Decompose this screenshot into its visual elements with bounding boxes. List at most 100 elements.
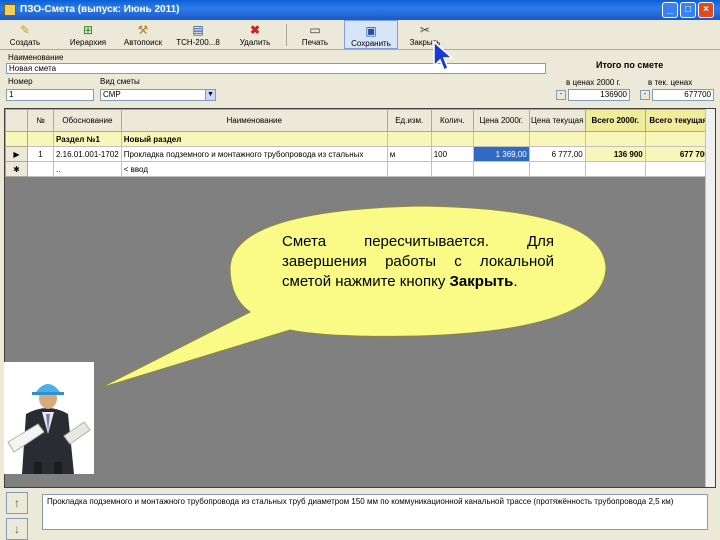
column-header-unit[interactable]: Ед.изм.: [386, 109, 432, 132]
row-total2000: 136 900: [584, 146, 646, 162]
row-price-current[interactable]: 6 777,00: [528, 146, 586, 162]
row-indicator: [5, 131, 28, 147]
section-name: Новый раздел: [120, 131, 388, 147]
maximize-button[interactable]: □: [680, 2, 696, 18]
engineer-figure: [4, 362, 94, 474]
column-header-total-current[interactable]: Всего текущая: [644, 109, 712, 132]
print-button[interactable]: ▭ Печать: [292, 20, 338, 49]
chevron-down-icon[interactable]: ▼: [205, 90, 215, 100]
estimate-grid[interactable]: № Обоснование Наименование Ед.изм. Колич…: [4, 108, 716, 488]
row-qty[interactable]: 100: [430, 146, 474, 162]
row-name[interactable]: < ввод: [120, 161, 388, 177]
section-cell: [27, 131, 54, 147]
app-icon: [4, 4, 16, 16]
new-row-icon: ✱: [5, 161, 28, 177]
type-label: Вид сметы: [100, 77, 140, 86]
row-unit[interactable]: м: [386, 146, 432, 162]
estimate-type-select[interactable]: СМР ▼: [100, 89, 216, 101]
section-row[interactable]: Раздел №1 Новый раздел: [5, 131, 712, 147]
mouse-cursor-icon: [433, 40, 454, 72]
row-code[interactable]: 2.16.01.001-1702: [53, 146, 122, 162]
base-total-field: 136900: [568, 89, 630, 101]
move-up-button[interactable]: ↑: [6, 492, 28, 514]
column-header-price-current[interactable]: Цена текущая: [528, 109, 586, 132]
estimate-table: № Обоснование Наименование Ед.изм. Колич…: [5, 109, 712, 177]
print-label: Печать: [301, 38, 329, 47]
tsn-button[interactable]: ▤ ТСН-200...8: [170, 20, 226, 49]
hierarchy-icon: ⊞: [82, 23, 94, 37]
delete-button[interactable]: ✖ Удалить: [232, 20, 278, 49]
row-price2000[interactable]: 1 369,00: [472, 146, 530, 162]
column-header-qty[interactable]: Колич.: [430, 109, 474, 132]
autosearch-label: Автопоиск: [123, 38, 163, 47]
arrow-up-icon: ↑: [14, 496, 20, 510]
delete-label: Удалить: [239, 38, 271, 47]
toolbar: ✎ Создать ⊞ Иерархия ⚒ Автопоиск ▤ ТСН-2…: [0, 20, 720, 50]
hierarchy-button[interactable]: ⊞ Иерархия: [62, 20, 114, 49]
row-price2000[interactable]: [472, 161, 530, 177]
save-icon: ▣: [365, 24, 377, 38]
minimize-button[interactable]: _: [662, 2, 678, 18]
balloon-bold-text: Закрыть: [449, 273, 514, 290]
current-total-toggle[interactable]: -: [640, 90, 650, 100]
estimate-number-field[interactable]: 1: [6, 89, 94, 101]
create-label: Создать: [9, 38, 41, 47]
row-unit[interactable]: [386, 161, 432, 177]
row-pointer-icon: ▶: [5, 146, 28, 162]
delete-icon: ✖: [249, 23, 261, 37]
new-doc-icon: ✎: [19, 23, 31, 37]
row-code[interactable]: ..: [53, 161, 122, 177]
autosearch-button[interactable]: ⚒ Автопоиск: [118, 20, 168, 49]
row-price-current[interactable]: [528, 161, 586, 177]
create-button[interactable]: ✎ Создать: [2, 20, 48, 49]
close-icon: ✂: [419, 23, 431, 37]
column-header-basis[interactable]: Обоснование: [53, 109, 122, 132]
totals-label: Итого по смете: [596, 60, 664, 70]
row-number: 1: [27, 146, 54, 162]
table-row[interactable]: ▶ 1 2.16.01.001-1702 Прокладка подземног…: [5, 146, 712, 162]
base-total-toggle[interactable]: -: [556, 90, 566, 100]
current-total-field: 677700: [652, 89, 714, 101]
move-down-button[interactable]: ↓: [6, 518, 28, 540]
section-cell: [584, 131, 646, 147]
close-window-button[interactable]: ×: [698, 2, 714, 18]
grid-header-row: № Обоснование Наименование Ед.изм. Колич…: [5, 109, 712, 132]
grid-scrollbar[interactable]: [705, 109, 715, 487]
toolbar-separator: [286, 24, 287, 46]
balloon-text: Смета пересчитывается. Для завершения ра…: [282, 232, 554, 292]
section-cell: [644, 131, 712, 147]
section-cell: [472, 131, 530, 147]
row-total2000: [584, 161, 646, 177]
book-icon: ▤: [192, 23, 204, 37]
column-header-number[interactable]: №: [27, 109, 54, 132]
row-qty[interactable]: [430, 161, 474, 177]
item-description-field[interactable]: Прокладка подземного и монтажного трубоп…: [42, 494, 708, 530]
section-cell: [430, 131, 474, 147]
column-header-price2000[interactable]: Цена 2000г.: [472, 109, 530, 132]
column-header-total2000[interactable]: Всего 2000г.: [584, 109, 646, 132]
section-cell: [386, 131, 432, 147]
section-cell: [528, 131, 586, 147]
app-window: ПЗО-Смета (выпуск: Июнь 2011) _ □ × ✎ Со…: [0, 0, 720, 540]
column-header-name[interactable]: Наименование: [120, 109, 388, 132]
table-row[interactable]: ✱ .. < ввод: [5, 161, 712, 177]
number-label: Номер: [8, 77, 33, 86]
row-name[interactable]: Прокладка подземного и монтажного трубоп…: [120, 146, 388, 162]
window-title: ПЗО-Смета (выпуск: Июнь 2011): [20, 4, 180, 15]
save-label: Сохранить: [351, 39, 391, 48]
estimate-name-field[interactable]: Новая смета: [6, 63, 546, 74]
balloon-end-text: .: [513, 273, 518, 290]
engineer-photo: [4, 362, 94, 474]
tsn-label: ТСН-200...8: [176, 38, 220, 47]
arrow-down-icon: ↓: [14, 522, 20, 536]
section-code: Раздел №1: [53, 131, 122, 147]
row-number: [27, 161, 54, 177]
current-price-label: в тек. ценах: [648, 78, 693, 87]
save-button[interactable]: ▣ Сохранить: [344, 20, 398, 49]
row-indicator-header: [5, 109, 28, 132]
row-total-current: [644, 161, 712, 177]
row-total-current: 677 700: [644, 146, 712, 162]
print-icon: ▭: [309, 23, 321, 37]
title-bar: ПЗО-Смета (выпуск: Июнь 2011) _ □ ×: [0, 0, 720, 20]
base-price-label: в ценах 2000 г.: [566, 78, 621, 87]
